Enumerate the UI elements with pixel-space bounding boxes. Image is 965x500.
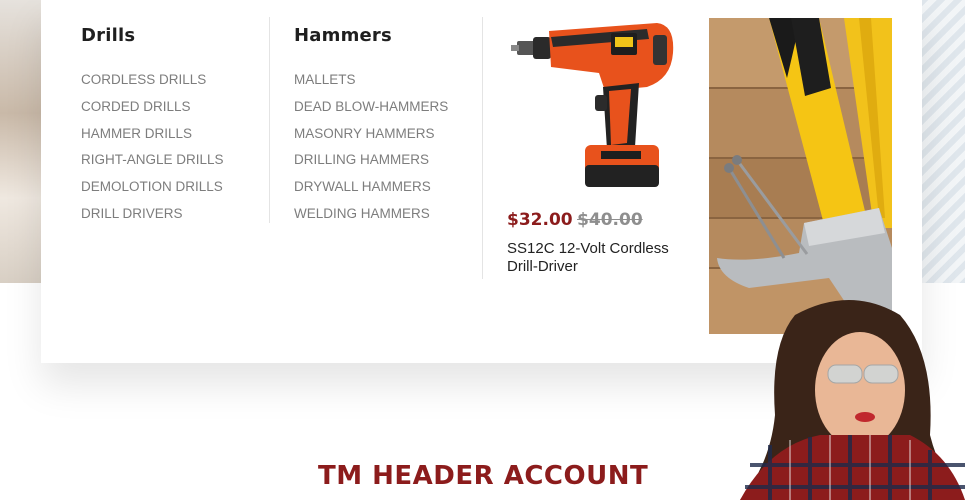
- menu-link-welding-hammers[interactable]: WELDING HAMMERS: [294, 201, 482, 228]
- menu-link-dead-blow-hammers[interactable]: DEAD BLOW-HAMMERS: [294, 94, 482, 121]
- menu-link-demolition-drills[interactable]: DEMOLOTION DRILLS: [81, 174, 269, 201]
- featured-product: $32.00 $40.00 SS12C 12-Volt Cordless Dri…: [507, 17, 697, 276]
- column-divider: [269, 17, 270, 223]
- menu-column-title[interactable]: Hammers: [294, 25, 482, 46]
- menu-link-cordless-drills[interactable]: CORDLESS DRILLS: [81, 67, 269, 94]
- menu-link-mallets[interactable]: MALLETS: [294, 67, 482, 94]
- hero-photo-left: [0, 0, 42, 283]
- menu-link-list: CORDLESS DRILLS CORDED DRILLS HAMMER DRI…: [81, 67, 269, 228]
- price-row: $32.00 $40.00: [507, 210, 697, 230]
- section-title: TM HEADER ACCOUNT: [318, 461, 649, 491]
- menu-link-drill-drivers[interactable]: DRILL DRIVERS: [81, 201, 269, 228]
- menu-link-right-angle-drills[interactable]: RIGHT-ANGLE DRILLS: [81, 147, 269, 174]
- product-name-link[interactable]: SS12C 12-Volt Cordless Drill-Driver: [507, 240, 687, 276]
- menu-link-drilling-hammers[interactable]: DRILLING HAMMERS: [294, 147, 482, 174]
- price-current: $32.00: [507, 210, 573, 230]
- cordless-drill-image[interactable]: [507, 17, 677, 197]
- hammer-nails-tape-measure-image[interactable]: [709, 18, 892, 334]
- menu-column-drills: Drills CORDLESS DRILLS CORDED DRILLS HAM…: [81, 17, 269, 223]
- menu-link-masonry-hammers[interactable]: MASONRY HAMMERS: [294, 121, 482, 148]
- menu-column-title[interactable]: Drills: [81, 25, 269, 46]
- menu-column-hammers: Hammers MALLETS DEAD BLOW-HAMMERS MASONR…: [294, 17, 482, 223]
- menu-link-list: MALLETS DEAD BLOW-HAMMERS MASONRY HAMMER…: [294, 67, 482, 228]
- hero-photo-right: [920, 0, 965, 283]
- menu-link-corded-drills[interactable]: CORDED DRILLS: [81, 94, 269, 121]
- price-old: $40.00: [577, 210, 643, 230]
- column-divider: [482, 17, 483, 279]
- menu-link-hammer-drills[interactable]: HAMMER DRILLS: [81, 121, 269, 148]
- menu-link-drywall-hammers[interactable]: DRYWALL HAMMERS: [294, 174, 482, 201]
- model-with-safety-glasses-image: [700, 295, 965, 500]
